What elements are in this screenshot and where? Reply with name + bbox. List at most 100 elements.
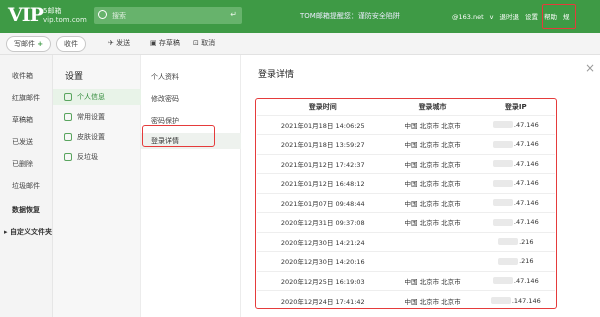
table-row: 2021年01月12日 17:42:37 中国 北京市 北京市 .47.146: [257, 153, 555, 174]
table-row: 2020年12月31日 09:37:08 中国 北京市 北京市 .47.146: [257, 212, 555, 232]
folder-flagged[interactable]: 红旗邮件: [12, 93, 40, 103]
person-icon: [64, 93, 72, 101]
shield-icon: [64, 153, 72, 161]
link-logout[interactable]: 退时退: [500, 13, 520, 21]
subnav-password[interactable]: 修改密码: [141, 91, 241, 107]
login-time: 2021年01月18日 13:59:27: [257, 134, 389, 154]
account-name[interactable]: @163.net: [452, 13, 484, 21]
login-time: 2020年12月25日 16:19:03: [257, 270, 389, 291]
send-icon: ✈: [108, 39, 114, 47]
custom-folders[interactable]: ▸ 自定义文件夹: [4, 227, 52, 237]
cancel-button[interactable]: ⊡ 取消: [193, 38, 215, 48]
login-ip: .47.146: [476, 270, 555, 291]
ip-redaction: [492, 140, 513, 148]
ip-suffix: .47.146: [513, 276, 539, 285]
login-time: 2020年12月30日 14:21:24: [257, 231, 389, 252]
settings-item-antispam[interactable]: 反垃圾: [53, 149, 141, 165]
cancel-icon: ⊡: [193, 39, 199, 47]
login-city: 中国 北京市 北京市: [388, 192, 477, 213]
login-city: 中国 北京市 北京市: [388, 173, 477, 193]
toolbar: 写邮件 + 收件 ✈ 发送 ▣ 存草稿 ⊡ 取消: [0, 33, 600, 55]
login-ip: .216: [476, 231, 555, 252]
cancel-label: 取消: [201, 39, 216, 47]
table-row: 2020年12月30日 14:20:16 .216: [257, 251, 555, 271]
logo-cn: 5邮箱: [43, 7, 62, 15]
draft-label: 存草稿: [158, 39, 180, 47]
col-ip: 登录IP: [504, 103, 527, 112]
search-box[interactable]: 搜索 ↵: [94, 7, 242, 24]
folder-drafts[interactable]: 草稿箱: [12, 115, 33, 125]
ip-suffix: .47.146: [513, 179, 539, 188]
ip-suffix: .47.146: [513, 159, 539, 168]
logo[interactable]: VIP: [8, 4, 44, 26]
login-ip: .47.146: [476, 212, 555, 232]
data-recovery[interactable]: 数据恢复: [12, 205, 40, 215]
settings-categories: 设置 个人信息 常用设置 皮肤设置 反垃圾: [53, 55, 141, 317]
folder-inbox[interactable]: 收件箱: [12, 71, 33, 81]
settings-item-label: 常用设置: [77, 113, 105, 121]
ip-redaction: [498, 257, 519, 265]
col-time: 登录时间: [308, 103, 337, 112]
security-notice[interactable]: TOM邮箱提醒您：谨防安全陷阱: [300, 11, 400, 21]
ip-redaction: [492, 121, 513, 129]
col-city: 登录城市: [418, 103, 447, 112]
ip-suffix: .216: [519, 237, 534, 246]
account-caret[interactable]: v: [490, 13, 494, 21]
settings-item-label: 个人信息: [77, 93, 105, 101]
receive-button[interactable]: 收件: [56, 36, 86, 52]
login-details-highlight: [142, 125, 215, 147]
login-city: 中国 北京市 北京市: [388, 134, 477, 154]
folder-sent[interactable]: 已发送: [12, 137, 33, 147]
login-time: 2021年01月07日 09:48:44: [257, 192, 389, 213]
page-title: 登录详情: [258, 70, 295, 80]
write-label: 写邮件: [14, 40, 35, 48]
login-city: 中国 北京市 北京市: [388, 153, 477, 174]
settings-item-label: 反垃圾: [77, 153, 98, 161]
folder-spam[interactable]: 垃圾邮件: [12, 181, 40, 191]
settings-item-common[interactable]: 常用设置: [53, 109, 141, 125]
ip-suffix: .47.146: [513, 140, 539, 149]
settings-item-personal[interactable]: 个人信息: [53, 89, 141, 105]
login-ip: .47.146: [476, 173, 555, 193]
subnav-profile[interactable]: 个人资料: [141, 69, 241, 85]
table-row: 2020年12月30日 14:21:24 .216: [257, 231, 555, 252]
table-row: 2020年12月24日 17:41:42 中国 北京市 北京市 .147.146: [257, 290, 555, 310]
settings-item-skin[interactable]: 皮肤设置: [53, 129, 141, 145]
login-time: 2021年01月18日 14:06:25: [257, 114, 389, 135]
settings-item-label: 皮肤设置: [77, 133, 105, 141]
table-row: 2020年12月25日 16:19:03 中国 北京市 北京市 .47.146: [257, 270, 555, 291]
link-settings[interactable]: 设置: [525, 13, 538, 21]
login-time: 2020年12月24日 17:41:42: [257, 290, 389, 310]
folder-deleted[interactable]: 已删除: [12, 159, 33, 169]
close-icon[interactable]: ×: [585, 61, 595, 75]
ip-redaction: [492, 218, 513, 226]
send-button[interactable]: ✈ 发送: [108, 38, 130, 48]
write-button[interactable]: 写邮件 +: [6, 36, 52, 52]
draft-button[interactable]: ▣ 存草稿: [150, 38, 180, 48]
login-time: 2020年12月30日 14:20:16: [257, 251, 389, 271]
login-city: [388, 231, 477, 252]
table-row: 2021年01月18日 14:06:25 中国 北京市 北京市 .47.146: [257, 114, 555, 135]
settings-panel: 设置 个人信息 常用设置 皮肤设置 反垃圾 个人资料 修改密码 密码保护 登录详…: [52, 55, 600, 317]
ip-redaction: [492, 277, 513, 285]
save-icon: ▣: [150, 39, 157, 47]
ip-redaction: [492, 199, 513, 207]
table-header-row: 登录时间 登录城市 登录IP: [257, 100, 555, 115]
search-icon: [98, 10, 107, 19]
login-city: 中国 北京市 北京市: [388, 114, 477, 135]
personal-subnav: 个人资料 修改密码 密码保护 登录详情: [141, 55, 241, 317]
ip-redaction: [490, 297, 511, 304]
ip-suffix: .47.146: [513, 198, 539, 207]
plus-icon: +: [37, 40, 44, 48]
login-ip: .47.146: [476, 114, 555, 135]
login-city: 中国 北京市 北京市: [388, 212, 477, 232]
search-submit-icon[interactable]: ↵: [230, 10, 237, 19]
skin-icon: [64, 133, 72, 141]
login-ip: .47.146: [476, 153, 555, 174]
login-ip: .47.146: [476, 192, 555, 213]
table-row: 2021年01月18日 13:59:27 中国 北京市 北京市 .47.146: [257, 134, 555, 154]
top-header: VIP 5邮箱 vip.tom.com 搜索 ↵ TOM邮箱提醒您：谨防安全陷阱…: [0, 0, 600, 33]
search-placeholder: 搜索: [112, 12, 126, 20]
login-table: 登录时间 登录城市 登录IP 2021年01月18日 14:06:25 中国 北京…: [257, 100, 555, 310]
settings-title: 设置: [65, 72, 84, 82]
